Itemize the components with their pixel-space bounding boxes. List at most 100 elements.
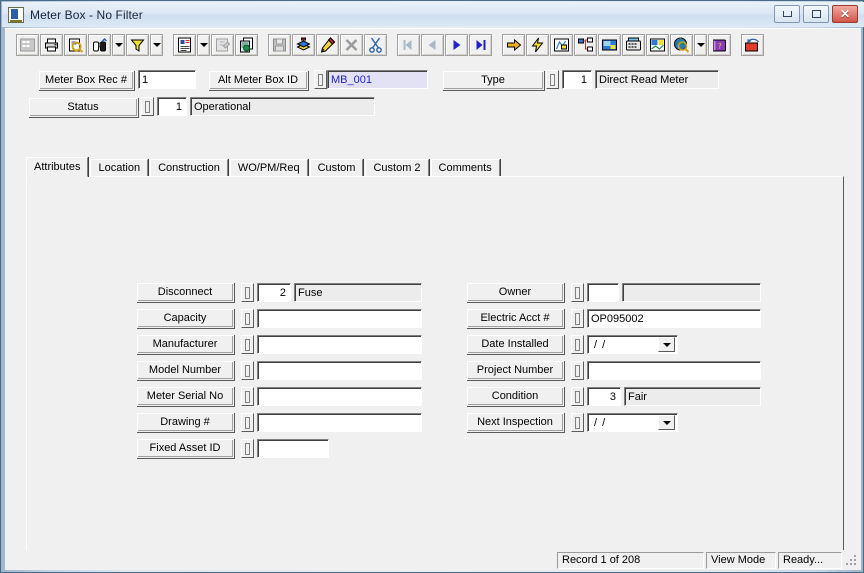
tab-comments[interactable]: Comments [430,159,500,177]
condition-label[interactable]: Condition [466,386,564,406]
tab-custom[interactable]: Custom [309,159,364,177]
globe-search-icon[interactable] [670,33,693,56]
drawing-number-lookup-button[interactable] [241,413,254,432]
hierarchy-icon[interactable] [574,33,597,56]
map-icon[interactable] [550,33,573,56]
phone-icon[interactable] [622,33,645,56]
fixed-asset-id-input[interactable] [257,439,329,458]
electric-acct-input[interactable]: OP095002 [587,309,761,328]
capacity-input[interactable] [257,309,422,328]
manufacturer-lookup-button[interactable] [241,335,254,354]
disconnect-lookup-button[interactable] [241,283,254,302]
next-inspection-dropdown-icon[interactable] [658,415,675,430]
model-number-input[interactable] [257,361,422,380]
status-record-counter: Record 1 of 208 [557,551,704,569]
find-dropdown-arrow[interactable] [112,33,125,56]
report-dropdown-arrow[interactable] [197,33,210,56]
print-preview-icon[interactable] [64,33,87,56]
grid-view-icon[interactable] [16,33,39,56]
fixed-asset-id-lookup-button[interactable] [241,439,254,458]
condition-code-input[interactable]: 3 [587,387,621,406]
owner-code-input[interactable] [587,283,619,302]
save-icon[interactable] [268,33,291,56]
project-number-input[interactable] [587,361,761,380]
electric-acct-label[interactable]: Electric Acct # [466,308,564,328]
date-installed-label[interactable]: Date Installed [466,334,564,354]
tab-custom-2[interactable]: Custom 2 [365,159,429,177]
type-code-input[interactable]: 1 [562,70,592,89]
edit-pencil-icon[interactable] [316,33,339,56]
drawing-number-label[interactable]: Drawing # [136,412,234,432]
meter-serial-no-lookup-button[interactable] [241,387,254,406]
meter-box-rec-input[interactable]: 1 [138,70,196,89]
capacity-label[interactable]: Capacity [136,308,234,328]
disconnect-code-input[interactable]: 2 [257,283,291,302]
drawing-number-input[interactable] [257,413,422,432]
project-number-label[interactable]: Project Number [466,360,564,380]
maximize-button[interactable] [803,5,829,23]
electric-acct-lookup-button[interactable] [571,309,584,328]
status-label[interactable]: Status [28,97,138,117]
tab-location[interactable]: Location [90,159,149,177]
model-number-label[interactable]: Model Number [136,360,234,380]
date-installed-value: / / [594,338,607,351]
model-number-lookup-button[interactable] [241,361,254,380]
filter-funnel-icon[interactable] [126,33,149,56]
type-label[interactable]: Type [442,70,544,90]
minimize-button[interactable] [774,5,800,23]
condition-lookup-button[interactable] [571,387,584,406]
manufacturer-label[interactable]: Manufacturer [136,334,234,354]
tab-construction[interactable]: Construction [150,159,228,177]
next-record-icon[interactable] [445,33,468,56]
alt-meter-box-id-label[interactable]: Alt Meter Box ID [208,70,308,90]
date-installed-dropdown-icon[interactable] [658,337,675,352]
window-controls: ✕ [774,5,858,23]
next-inspection-lookup-button[interactable] [571,413,584,432]
goto-arrow-icon[interactable] [502,33,525,56]
alt-meter-box-id-input[interactable]: MB_001 [327,70,428,89]
type-description: Direct Read Meter [595,70,719,89]
project-number-lookup-button[interactable] [571,361,584,380]
next-inspection-label[interactable]: Next Inspection [466,412,564,432]
manufacturer-input[interactable] [257,335,422,354]
owner-label[interactable]: Owner [466,282,564,302]
exit-icon[interactable] [741,33,764,56]
tab-wo-pm-req[interactable]: WO/PM/Req [229,159,308,177]
fixed-asset-id-label[interactable]: Fixed Asset ID [136,438,234,458]
properties-icon[interactable] [211,33,234,56]
owner-lookup-button[interactable] [571,283,584,302]
lightning-icon[interactable] [526,33,549,56]
print-icon[interactable] [40,33,63,56]
chart-icon[interactable] [646,33,669,56]
capacity-lookup-button[interactable] [241,309,254,328]
tab-attributes[interactable]: Attributes [26,157,89,177]
date-installed-lookup-button[interactable] [571,335,584,354]
help-book-icon[interactable]: ? [708,33,731,56]
add-record-icon[interactable] [292,33,315,56]
type-lookup-button[interactable] [546,70,559,89]
resize-grip-icon[interactable] [844,553,858,567]
previous-record-icon[interactable] [421,33,444,56]
next-inspection-picker[interactable]: / / [587,413,678,432]
disconnect-label[interactable]: Disconnect [136,282,234,302]
field-row-fixed-asset-id: Fixed Asset ID [136,438,426,459]
find-binoculars-icon[interactable] [88,33,111,56]
first-record-icon[interactable] [397,33,420,56]
filter-dropdown-arrow[interactable] [150,33,163,56]
last-record-icon[interactable] [469,33,492,56]
meter-box-rec-label[interactable]: Meter Box Rec # [38,70,134,90]
date-installed-picker[interactable]: / / [587,335,678,354]
delete-record-icon[interactable] [340,33,363,56]
globe-dropdown-arrow[interactable] [694,33,707,56]
status-code-input[interactable]: 1 [157,97,187,116]
field-row-meter-serial-no: Meter Serial No [136,386,426,407]
report-icon[interactable] [173,33,196,56]
status-lookup-button[interactable] [141,97,154,116]
copy-record-icon[interactable] [235,33,258,56]
close-button[interactable]: ✕ [832,5,858,23]
image-icon[interactable] [598,33,621,56]
meter-serial-no-input[interactable] [257,387,422,406]
alt-meter-box-id-lookup-button[interactable] [314,70,327,89]
meter-serial-no-label[interactable]: Meter Serial No [136,386,234,406]
cut-scissors-icon[interactable] [364,33,387,56]
